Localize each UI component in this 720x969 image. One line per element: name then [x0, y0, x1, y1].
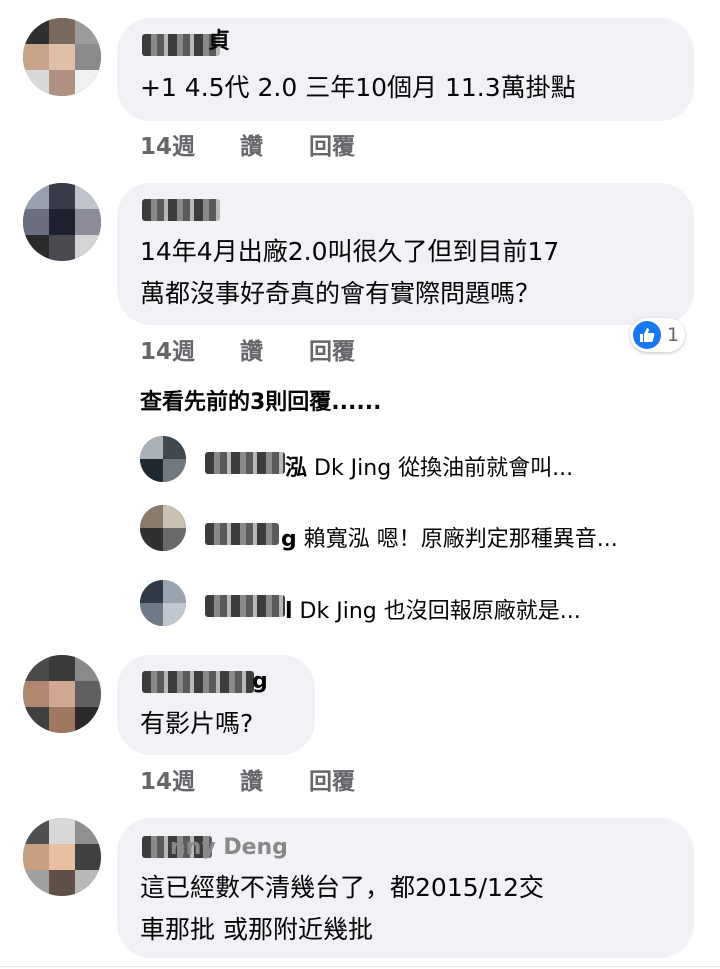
reply-button[interactable]: 回覆 [309, 762, 355, 796]
avatar[interactable] [23, 655, 101, 733]
reply-snippet: 賴寬泓 嗯！原廠判定那種異音... [296, 527, 618, 552]
comment-time[interactable]: 14週 [140, 332, 195, 366]
avatar[interactable] [140, 436, 186, 482]
comment-meta: 14週 讚 回覆 [140, 332, 440, 365]
comment-time[interactable]: 14週 [140, 127, 195, 161]
reply-author-name[interactable] [205, 595, 285, 617]
comment-time[interactable]: 14週 [140, 762, 195, 796]
reply-snippet: Dk Jing 從換油前就會叫... [307, 456, 574, 481]
reply-snippet: Dk Jing 也沒回報原廠就是... [292, 599, 581, 624]
commenter-name-fragment: nny Deng [170, 835, 288, 860]
comment-text-line-2: 車那批 或那附近幾批 [140, 915, 373, 944]
comment-text: 有影片嗎? [140, 709, 254, 738]
comment-meta: 14週 讚 回覆 [140, 127, 440, 160]
bottom-divider [0, 966, 720, 967]
avatar[interactable] [23, 818, 101, 896]
reply-text: g 賴寬泓 嗯！原廠判定那種異音... [281, 521, 618, 553]
like-button[interactable]: 讚 [240, 762, 263, 796]
reaction-count: 1 [667, 324, 680, 346]
reply-author-fragment: 泓 [285, 456, 308, 481]
commenter-name-fragment: 貞 [208, 29, 231, 54]
reply-text: 泓 Dk Jing 從換油前就會叫... [285, 450, 573, 482]
avatar[interactable] [23, 18, 101, 96]
reply-author-fragment: g [281, 527, 297, 552]
reaction-badge[interactable]: 1 [630, 318, 686, 352]
like-button[interactable]: 讚 [240, 127, 263, 161]
reply-author-fragment: l [285, 599, 293, 624]
reply-author-name[interactable] [205, 452, 285, 474]
commenter-name[interactable] [142, 199, 220, 221]
commenter-name-fragment: g [252, 669, 268, 694]
comment-text: +1 4.5代 2.0 三年10個月 11.3萬掛點 [140, 73, 576, 102]
avatar[interactable] [140, 505, 186, 551]
view-previous-replies-link[interactable]: 查看先前的3則回覆...... [140, 384, 381, 416]
reply-author-name[interactable] [205, 523, 279, 545]
reply-button[interactable]: 回覆 [309, 127, 355, 161]
comment-meta: 14週 讚 回覆 [140, 762, 440, 795]
comment-text-line-1: 這已經數不清幾台了，都2015/12交 [140, 873, 544, 902]
like-button[interactable]: 讚 [240, 332, 263, 366]
comment-text-line-1: 14年4月出廠2.0叫很久了但到目前17 [140, 237, 560, 266]
comment-text-line-2: 萬都沒事好奇真的會有實際問題嗎？ [140, 279, 541, 308]
reply-button[interactable]: 回覆 [309, 332, 355, 366]
avatar[interactable] [23, 183, 101, 261]
avatar[interactable] [140, 580, 186, 626]
reply-text: l Dk Jing 也沒回報原廠就是... [285, 593, 581, 625]
like-icon [633, 321, 661, 349]
commenter-name[interactable] [142, 671, 254, 693]
